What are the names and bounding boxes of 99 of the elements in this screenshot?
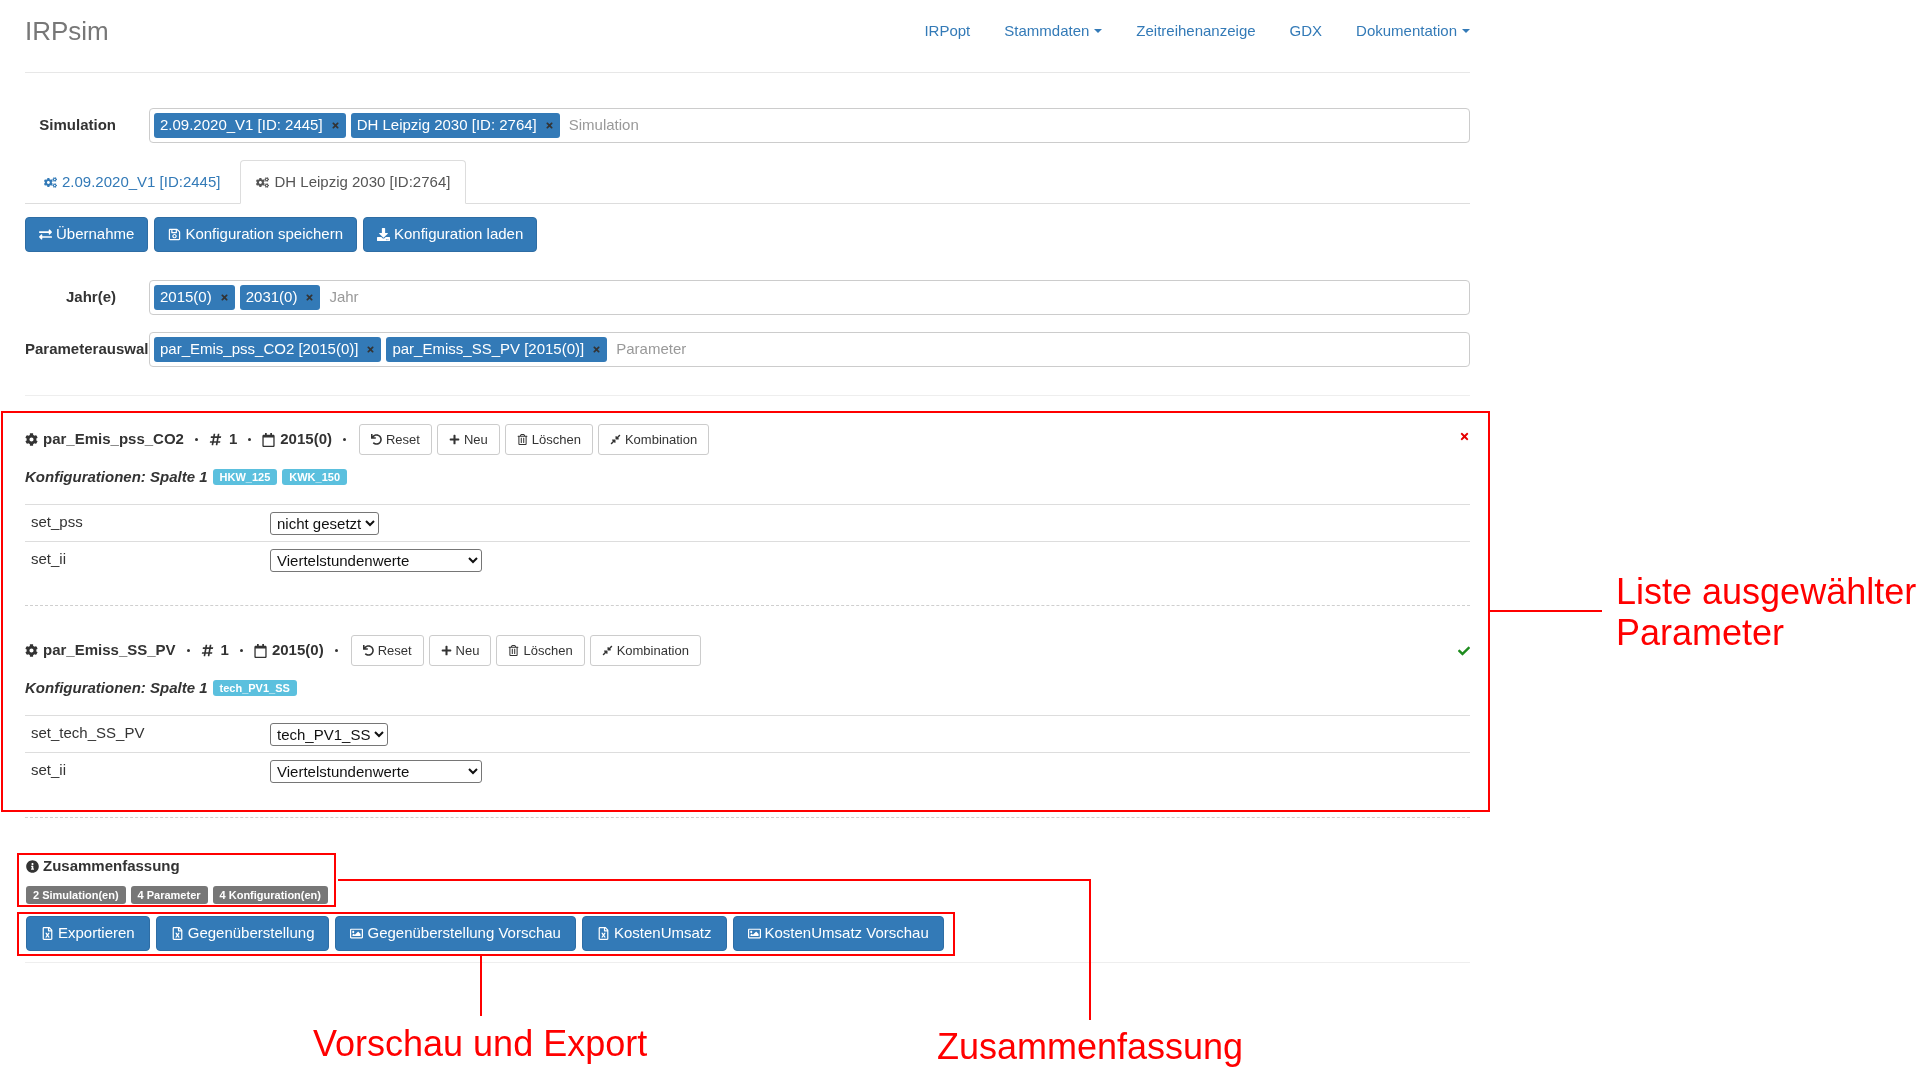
nav-link[interactable]: Zeitreihenanzeige [1136,19,1256,43]
gear-icon [25,644,38,657]
dropdown-select[interactable]: tech_PV1_SS [270,722,388,746]
separator-dot-icon [239,649,243,652]
multi-select-field[interactable]: 2.09.2020_V1 [ID: 2445] DH Leipzig 2030 [ID: 2764] Simulation [149,108,1470,143]
count-badge: 4 Konfiguration(en) [212,886,328,904]
tag-chip[interactable]: DH Leipzig 2030 [ID: 2764] [350,113,560,138]
undo-arrow-icon [362,645,374,656]
image-icon [747,927,761,940]
setting-name: set_tech_SS_PV [31,723,145,741]
spreadsheet-file-icon [170,927,184,940]
delete-button[interactable]: Löschen [496,635,585,666]
tab[interactable]: DH Leipzig 2030 [ID:2764] [240,160,467,204]
annotation-text: Vorschau und Export [313,1023,648,1064]
count-badge: 4 Parameter [130,886,208,904]
setting-name: set_pss [31,512,83,530]
nav-link[interactable]: Stammdaten [1004,19,1103,43]
dropdown-select[interactable]: nicht gesetzt [270,511,379,535]
tag-chip[interactable]: 2015(0) [154,285,235,310]
export-button[interactable]: Gegenüberstellung [155,916,330,951]
close-icon[interactable] [330,121,340,130]
annotation-text: Zusammenfassung [937,1026,1244,1067]
delete-button[interactable]: Löschen [504,424,593,455]
image-icon [350,927,364,940]
tag-chip[interactable]: 2031(0) [239,285,321,310]
multi-select-field[interactable]: 2015(0) 2031(0) Jahr [149,280,1470,315]
separator-dot-icon [186,649,190,652]
close-icon[interactable] [592,345,602,354]
close-icon[interactable] [305,293,315,302]
summary-title: Zusammenfassung [43,855,180,876]
year-label: 2015(0) [280,429,332,450]
configuration-badge: HKW_125 [212,469,278,485]
parameter-name: par_Emiss_SS_PV [43,640,176,661]
parameter-number: 1 [228,429,238,450]
undo-arrow-icon [370,434,382,445]
brand-title[interactable]: IRPsim [25,15,109,47]
spreadsheet-file-icon [596,927,610,940]
configuration-badge: KWK_150 [282,469,347,485]
spreadsheet-file-icon [41,927,54,940]
nav-link[interactable]: IRPopt [924,19,971,43]
dropdown-select[interactable]: Viertelstundenwerte [270,759,482,783]
compress-arrows-icon [609,434,621,445]
setting-name: set_ii [31,549,67,567]
year-label: 2015(0) [271,640,324,661]
count-badge: 2 Simulation(en) [26,886,126,904]
trash-icon [516,434,528,445]
field-label: Simulation [39,115,116,136]
reset-button[interactable]: Reset [350,635,424,666]
tab[interactable]: 2.09.2020_V1 [ID:2445] [28,160,237,204]
close-icon[interactable] [219,293,229,302]
nav-link[interactable]: Dokumentation [1356,19,1470,43]
add-button[interactable]: Neu [428,635,492,666]
close-icon[interactable] [366,345,376,354]
tag-chip[interactable]: par_Emis_pss_CO2 [2015(0)] [154,337,382,362]
add-button[interactable]: Neu [436,424,500,455]
configurations-label: Konfigurationen: Spalte 1 [25,466,208,487]
field-label: Parameterauswal [25,339,149,360]
calendar-icon [253,643,267,658]
gear-icon [25,433,38,446]
gears-icon [256,175,270,189]
export-button[interactable]: Exportieren [26,916,150,951]
compress-arrows-icon [601,645,613,656]
hashtag-icon [208,433,222,446]
separator-dot-icon [342,438,346,441]
multi-select-field[interactable]: par_Emis_pss_CO2 [2015(0)] par_Emiss_SS_PV [2015(0)] Parameter [149,332,1470,367]
export-button[interactable]: KostenUmsatz [581,916,727,951]
download-icon [377,228,390,241]
configurations-label: Konfigurationen: Spalte 1 [25,677,208,698]
calendar-icon [262,432,276,447]
nav-link[interactable]: GDX [1289,19,1323,43]
tag-chip[interactable]: par_Emiss_SS_PV [2015(0)] [386,337,608,362]
trash-icon [508,645,520,656]
setting-name: set_ii [31,760,67,778]
parameter-name: par_Emis_pss_CO2 [43,429,184,450]
dropdown-select[interactable]: Viertelstundenwerte [270,548,482,572]
separator-dot-icon [248,438,252,441]
combine-button[interactable]: Kombination [597,424,710,455]
configuration-badge: tech_PV1_SS [212,680,297,696]
preview-button[interactable]: KostenUmsatz Vorschau [732,916,944,951]
separator-dot-icon [194,438,198,441]
close-icon[interactable] [1459,431,1470,442]
gears-icon [44,175,57,189]
parameter-number: 1 [220,640,229,661]
plus-icon [440,645,452,656]
save-button[interactable]: Konfiguration speichern [154,217,357,252]
reset-button[interactable]: Reset [358,424,432,455]
field-label: Jahr(e) [65,287,116,308]
combine-button[interactable]: Kombination [589,635,701,666]
transfer-button[interactable]: Übernahme [25,217,149,252]
hashtag-icon [200,644,214,657]
plus-icon [448,434,460,445]
tag-chip[interactable]: 2.09.2020_V1 [ID: 2445] [154,113,346,138]
load-button[interactable]: Konfiguration laden [363,217,538,252]
exchange-arrows-icon [39,228,52,241]
separator-dot-icon [334,649,338,652]
preview-button[interactable]: Gegenüberstellung Vorschau [335,916,576,951]
annotation-text: Liste ausgewählter Parameter [1616,571,1918,653]
close-icon[interactable] [544,121,554,130]
info-icon [26,859,39,873]
